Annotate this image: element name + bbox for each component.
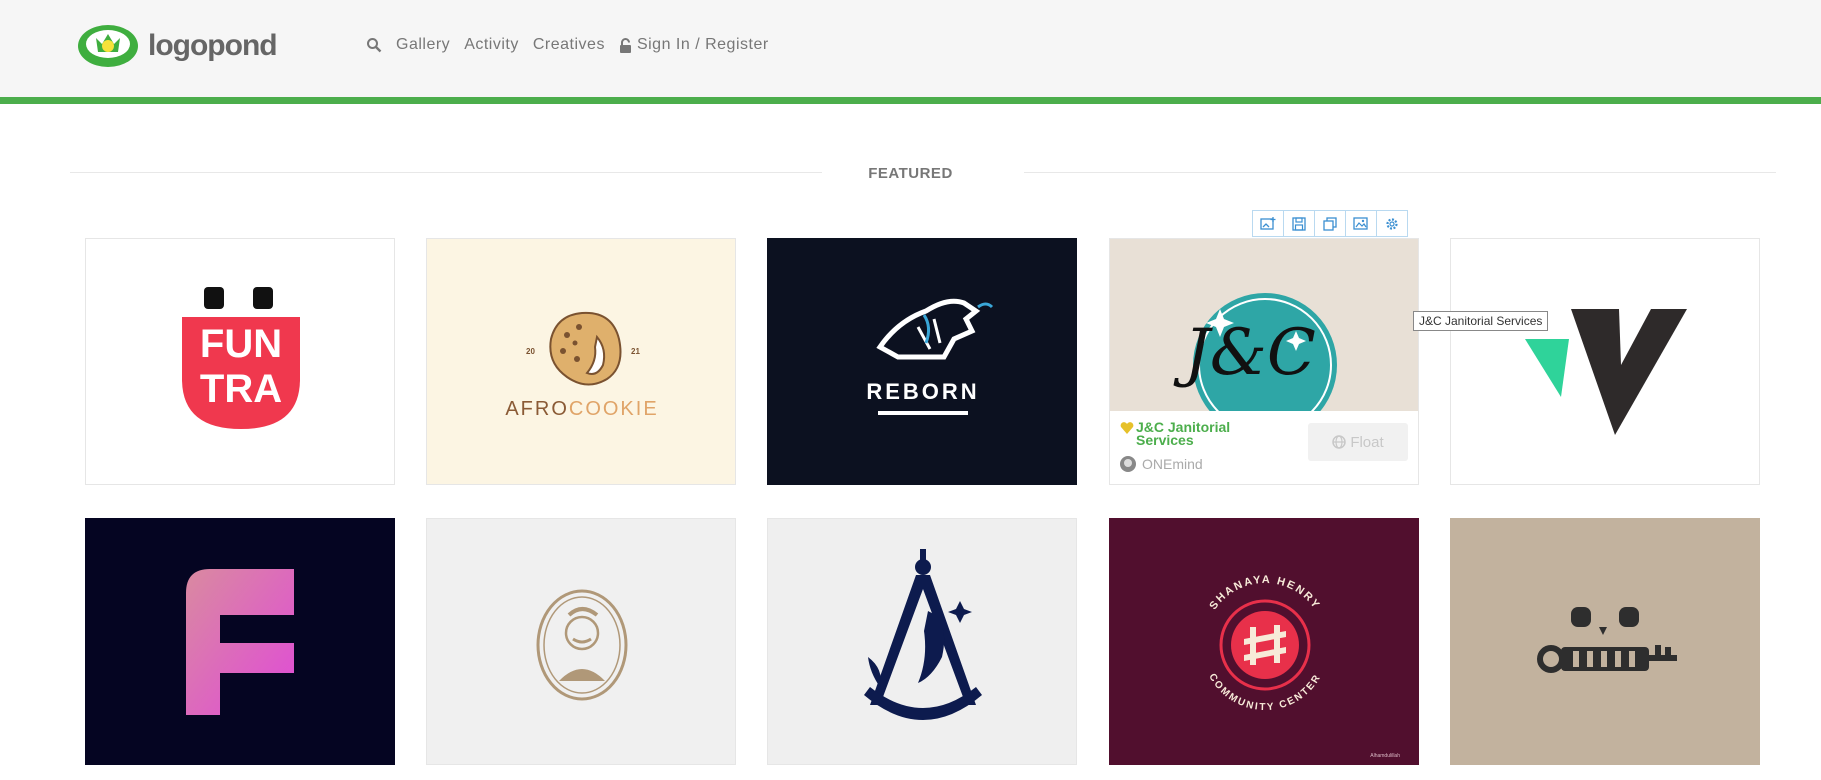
nav-activity[interactable]: Activity bbox=[464, 36, 519, 54]
search-icon[interactable] bbox=[366, 37, 382, 53]
shanaya-henry-logo: SHANAYA HENRY COMMUNITY CENTER Alhamduli… bbox=[1206, 574, 1400, 759]
compass-mermaid-logo bbox=[864, 549, 982, 720]
funtra-text-bottom: TRA bbox=[200, 367, 282, 411]
wv-logo bbox=[1525, 309, 1687, 435]
gear-icon[interactable] bbox=[1376, 210, 1408, 237]
globe-icon bbox=[1332, 435, 1347, 449]
logo-card-skull-key[interactable] bbox=[1450, 518, 1760, 765]
float-button[interactable]: Float bbox=[1308, 423, 1408, 461]
site-header: logopond Gallery Activity Creatives Sign… bbox=[0, 0, 1821, 104]
funtra-text-top: FUN bbox=[200, 322, 282, 366]
image-add-icon[interactable] bbox=[1252, 210, 1284, 237]
skull-key-logo bbox=[1537, 607, 1677, 673]
heart-icon bbox=[1120, 422, 1134, 434]
logo-card-compass-mermaid[interactable] bbox=[767, 518, 1077, 765]
hover-card-author[interactable]: ONEmind bbox=[1120, 456, 1203, 472]
logo-card-reborn[interactable]: REBORN bbox=[767, 238, 1077, 485]
ring-text-top: SHANAYA HENRY bbox=[1207, 574, 1322, 612]
funtra-logo: FUN TRA bbox=[182, 287, 300, 429]
credit-text: Alhamdulillah bbox=[1370, 753, 1400, 759]
logo-card-shanaya-henry[interactable]: SHANAYA HENRY COMMUNITY CENTER Alhamduli… bbox=[1109, 518, 1419, 765]
logo-card-afrocookie[interactable]: 20 21 AFROCOOKIE bbox=[426, 238, 736, 485]
svg-text:J&C: J&C bbox=[1173, 316, 1316, 390]
logo-card-wv[interactable] bbox=[1450, 238, 1760, 485]
year-left: 20 bbox=[526, 347, 535, 356]
card-toolbar bbox=[1252, 210, 1408, 237]
section-title: FEATURED bbox=[868, 165, 953, 182]
logo-card-f-gradient[interactable] bbox=[85, 518, 395, 765]
reborn-logo: REBORN bbox=[866, 298, 994, 415]
lock-icon bbox=[619, 37, 631, 53]
f-gradient-logo bbox=[186, 569, 294, 715]
afrocookie-logo: 20 21 AFROCOOKIE bbox=[505, 311, 658, 420]
logo-wordmark: logopond bbox=[148, 29, 278, 62]
nav-creatives[interactable]: Creatives bbox=[533, 36, 605, 54]
tooltip: J&C Janitorial Services bbox=[1413, 311, 1549, 331]
nav-sign-in-register[interactable]: Sign In / Register bbox=[637, 36, 769, 54]
logo-card-gentleman[interactable] bbox=[426, 518, 736, 765]
nav-gallery[interactable]: Gallery bbox=[396, 36, 450, 54]
logopond-logo[interactable]: logopond bbox=[76, 22, 278, 70]
logo-card-funtra[interactable]: FUN TRA bbox=[85, 238, 395, 485]
avatar bbox=[1120, 456, 1136, 472]
save-icon[interactable] bbox=[1283, 210, 1315, 237]
main-nav: Gallery Activity Creatives Sign In / Reg… bbox=[366, 36, 783, 54]
jc-janitorial-logo: J&C bbox=[1110, 239, 1418, 411]
reborn-wordmark: REBORN bbox=[866, 379, 979, 404]
gentleman-portrait-logo bbox=[536, 589, 628, 701]
copy-icon[interactable] bbox=[1314, 210, 1346, 237]
lotus-logo-icon bbox=[78, 25, 138, 67]
hover-card-title[interactable]: J&C Janitorial Services bbox=[1136, 420, 1286, 447]
year-right: 21 bbox=[631, 347, 640, 356]
afrocookie-wordmark: AFROCOOKIE bbox=[505, 398, 658, 420]
image-edit-icon[interactable] bbox=[1345, 210, 1377, 237]
